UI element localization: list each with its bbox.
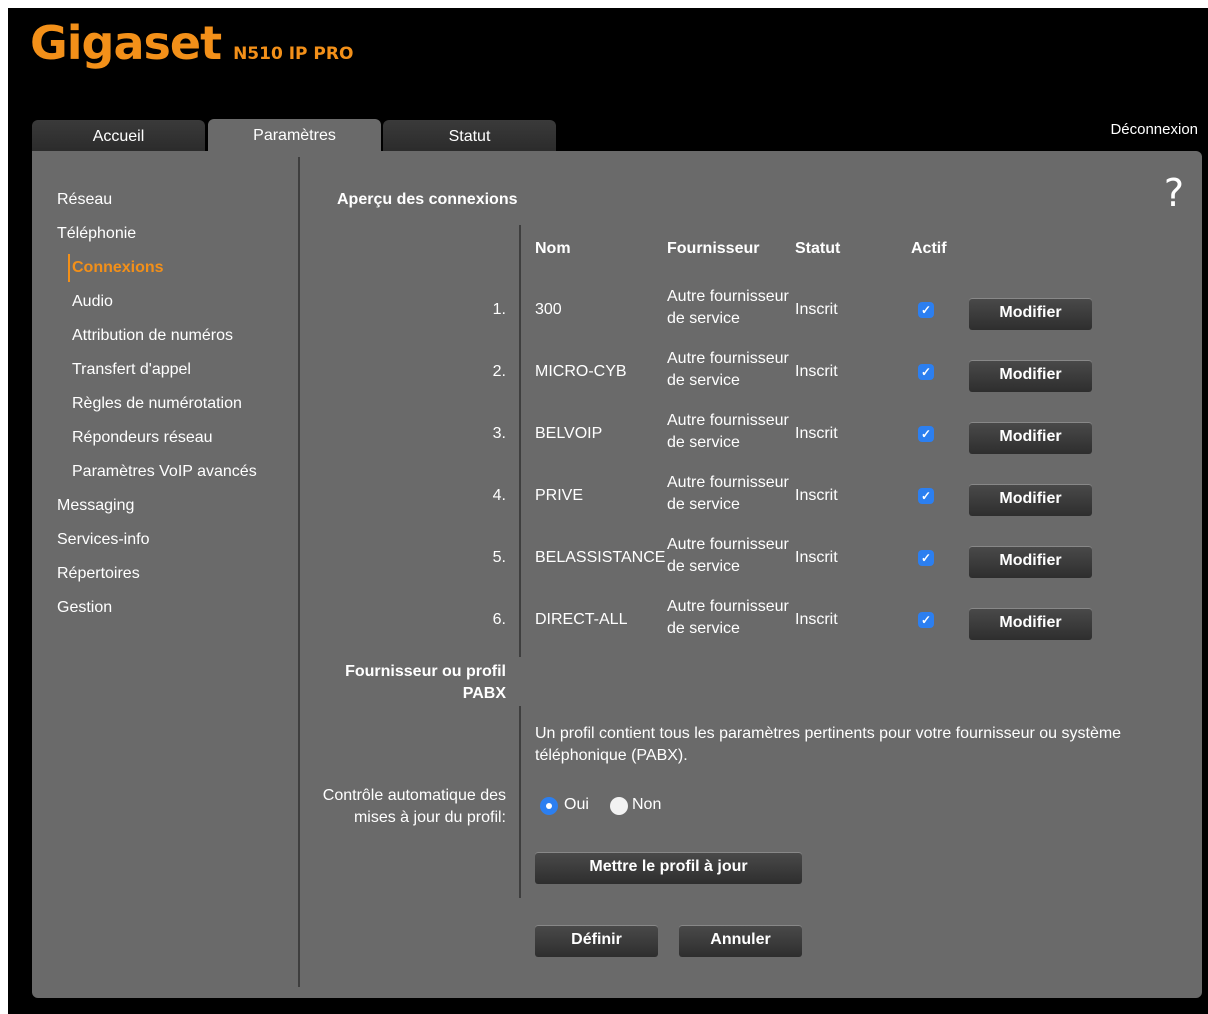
connection-provider: Autre fournisseur de service	[667, 474, 789, 513]
update-profile-button[interactable]: Mettre le profil à jour	[535, 852, 802, 884]
brand-name: Gigaset	[30, 16, 222, 70]
connection-provider: Autre fournisseur de service	[667, 288, 789, 327]
modify-button[interactable]: Modifier	[969, 360, 1092, 392]
logout-link[interactable]: Déconnexion	[1110, 121, 1198, 138]
connection-name: DIRECT-ALL	[535, 611, 628, 628]
modify-button[interactable]: Modifier	[969, 422, 1092, 454]
row-number: 6.	[492, 611, 506, 628]
connection-name: BELVOIP	[535, 425, 603, 442]
column-header-name: Nom	[535, 240, 571, 257]
content-divider-lower	[519, 706, 521, 898]
sidebar-divider	[298, 157, 300, 987]
connection-status: Inscrit	[795, 487, 838, 504]
connection-provider: Autre fournisseur de service	[667, 536, 789, 575]
row-number: 2.	[492, 363, 506, 380]
sidebar-item-transfert[interactable]: Transfert d'appel	[72, 361, 191, 379]
sidebar-item-connexions[interactable]: Connexions	[72, 259, 164, 277]
row-number: 1.	[492, 301, 506, 318]
content-divider	[519, 225, 521, 657]
row-number: 3.	[492, 425, 506, 442]
model-name: N510 IP PRO	[233, 44, 354, 64]
sidebar-item-voip-avances[interactable]: Paramètres VoIP avancés	[72, 463, 257, 481]
main-panel: ? Réseau Téléphonie Connexions Audio Att…	[32, 151, 1202, 998]
help-icon[interactable]: ?	[1164, 171, 1184, 215]
profile-section-title: Fournisseur ou profil PABX	[345, 663, 506, 702]
define-button[interactable]: Définir	[535, 925, 658, 957]
active-checkbox[interactable]: ✓	[918, 364, 934, 380]
connection-name: PRIVE	[535, 487, 584, 504]
connection-provider: Autre fournisseur de service	[667, 598, 789, 637]
connection-status: Inscrit	[795, 425, 838, 442]
column-header-active: Actif	[911, 240, 947, 257]
modify-button[interactable]: Modifier	[969, 298, 1092, 330]
cancel-button[interactable]: Annuler	[679, 925, 802, 957]
sidebar-item-telephonie[interactable]: Téléphonie	[57, 225, 136, 243]
tab-accueil[interactable]: Accueil	[32, 120, 205, 152]
connection-name: BELASSISTANCE	[535, 549, 666, 566]
sidebar-item-audio[interactable]: Audio	[72, 293, 113, 311]
radio-non-label: Non	[632, 796, 662, 813]
sidebar-item-repertoires[interactable]: Répertoires	[57, 565, 140, 583]
connection-status: Inscrit	[795, 301, 838, 318]
connection-status: Inscrit	[795, 611, 838, 628]
sidebar-item-attribution[interactable]: Attribution de numéros	[72, 327, 233, 345]
section-title: Aperçu des connexions	[337, 191, 518, 208]
active-checkbox[interactable]: ✓	[918, 612, 934, 628]
connection-status: Inscrit	[795, 549, 838, 566]
sidebar-item-services-info[interactable]: Services-info	[57, 531, 149, 549]
connection-name: MICRO-CYB	[535, 363, 627, 380]
active-checkbox[interactable]: ✓	[918, 426, 934, 442]
row-number: 5.	[492, 549, 506, 566]
auto-check-label: Contrôle automatique des mises à jour du …	[322, 787, 506, 826]
tab-statut[interactable]: Statut	[383, 120, 556, 152]
column-header-provider: Fournisseur	[667, 240, 760, 257]
connection-status: Inscrit	[795, 363, 838, 380]
modify-button[interactable]: Modifier	[969, 608, 1092, 640]
radio-oui-label: Oui	[564, 796, 589, 813]
sidebar-item-regles[interactable]: Règles de numérotation	[72, 395, 242, 413]
sidebar-item-messaging[interactable]: Messaging	[57, 497, 134, 515]
modify-button[interactable]: Modifier	[969, 484, 1092, 516]
connection-provider: Autre fournisseur de service	[667, 350, 789, 389]
gigaset-logo: Gigaset N510 IP PRO	[30, 16, 353, 76]
modify-button[interactable]: Modifier	[969, 546, 1092, 578]
radio-oui[interactable]	[540, 797, 558, 815]
active-checkbox[interactable]: ✓	[918, 550, 934, 566]
active-item-marker	[68, 254, 70, 282]
radio-non[interactable]	[610, 797, 628, 815]
column-header-status: Statut	[795, 240, 841, 257]
sidebar-item-reseau[interactable]: Réseau	[57, 191, 112, 209]
active-checkbox[interactable]: ✓	[918, 302, 934, 318]
active-checkbox[interactable]: ✓	[918, 488, 934, 504]
connection-provider: Autre fournisseur de service	[667, 412, 789, 451]
app-window: Gigaset N510 IP PRO Accueil Paramètres S…	[8, 8, 1208, 1014]
sidebar-item-gestion[interactable]: Gestion	[57, 599, 112, 617]
connection-name: 300	[535, 301, 562, 318]
sidebar-item-repondeurs[interactable]: Répondeurs réseau	[72, 429, 213, 447]
tab-parametres[interactable]: Paramètres	[208, 119, 381, 152]
row-number: 4.	[492, 487, 506, 504]
profile-description: Un profil contient tous les paramètres p…	[535, 725, 1122, 764]
